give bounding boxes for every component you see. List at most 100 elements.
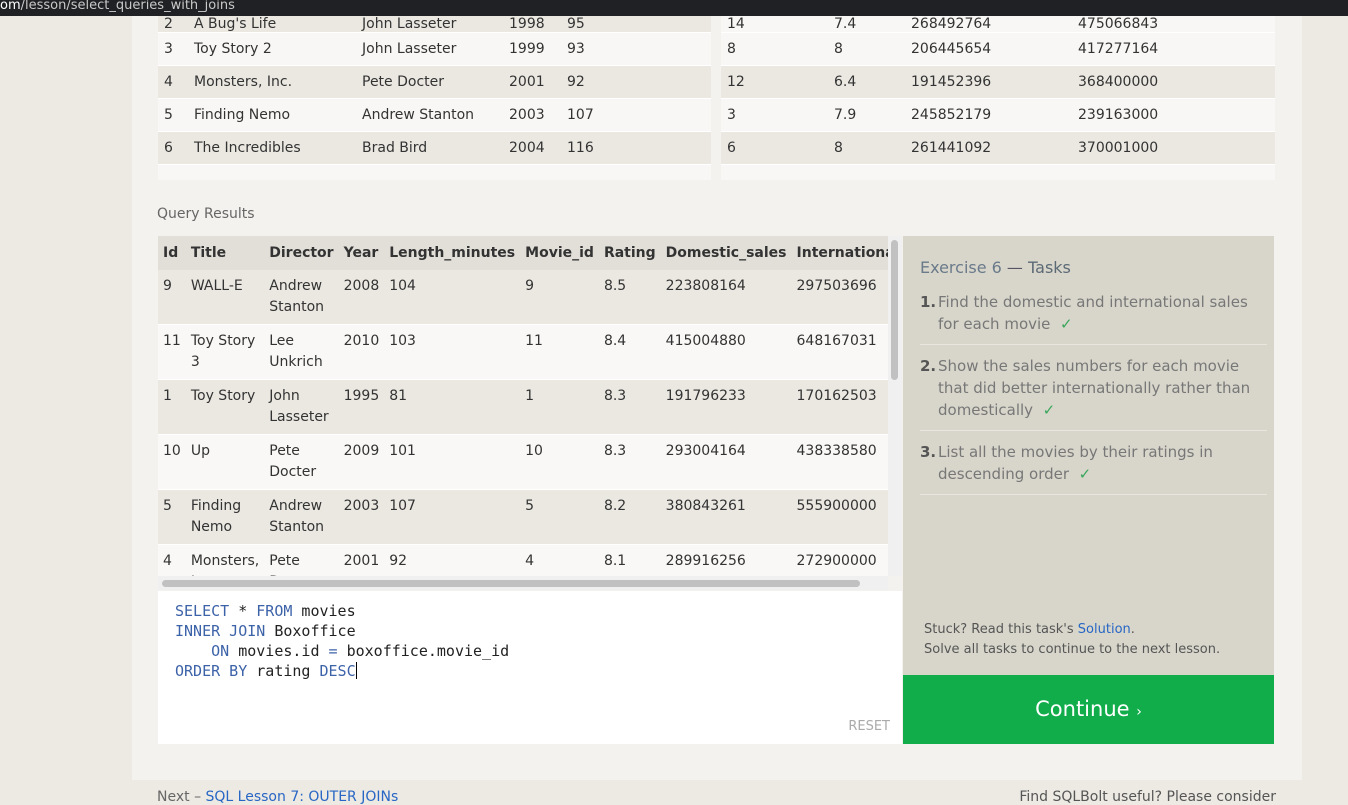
task-text-wrap: List all the movies by their ratings in … [938, 441, 1267, 485]
task-text: Find the domestic and international sale… [938, 293, 1248, 333]
cell: Pete Docter [264, 544, 339, 576]
solution-link[interactable]: Solution [1078, 622, 1131, 637]
cell: 9 [520, 270, 599, 325]
cell: 95 [561, 16, 711, 33]
table-row: 14 7.4 268492764 475066843 [721, 16, 1275, 33]
task-text: List all the movies by their ratings in … [938, 443, 1213, 483]
boxoffice-table[interactable]: 14 7.4 268492764 475066843 8 8 206445654… [721, 16, 1275, 180]
checkmark-icon: ✓ [1059, 315, 1073, 333]
cell: John Lasseter [356, 32, 503, 66]
cell: 2004 [503, 131, 561, 165]
query-results-table[interactable]: Id Title Director Year Length_minutes Mo… [158, 236, 888, 576]
cell: 206445654 [905, 32, 1072, 66]
cell: 116 [561, 131, 711, 165]
table-row: 10 Up Pete Docter 2009 101 10 8.3 293004… [158, 434, 888, 490]
cell: John Lasseter [356, 16, 503, 33]
scrollbar-thumb[interactable] [891, 240, 898, 380]
cell: 245852179 [905, 98, 1072, 132]
continue-button[interactable]: Continue › [903, 675, 1274, 744]
cell: 2009 [338, 434, 385, 490]
cell: 103 [384, 324, 521, 380]
cell: 6 [158, 131, 188, 165]
cell: Monsters, Inc. [188, 65, 356, 99]
cell: 2010 [338, 324, 385, 380]
table-row: 3 7.9 245852179 239163000 [721, 98, 1275, 132]
cell: 8.4 [598, 324, 661, 380]
cell: 2003 [338, 489, 385, 545]
checkmark-icon: ✓ [1078, 465, 1092, 483]
cell: A Bug's Life [188, 16, 356, 33]
cell: Toy Story 2 [188, 32, 356, 66]
cell: The Incredibles [188, 131, 356, 165]
movies-table[interactable]: 2 A Bug's Life John Lasseter 1998 95 3 T… [158, 16, 711, 180]
cell: 93 [561, 32, 711, 66]
cell: Andrew Stanton [264, 489, 339, 545]
cell: 1998 [503, 16, 561, 33]
browser-url-bar[interactable]: om/lesson/select_queries_with_joins [0, 0, 1348, 16]
cell: 14 [721, 16, 828, 33]
cell: 8.1 [598, 544, 661, 576]
cell: Brad Bird [356, 131, 503, 165]
code-text: movies.id [229, 642, 329, 660]
table-row: 4 Monsters, Inc. Pete Docter 2001 92 4 8… [158, 544, 888, 576]
cell: Toy Story 3 [185, 324, 265, 380]
cell: Andrew Stanton [356, 98, 503, 132]
cell: Up [185, 434, 265, 490]
cell: 101 [384, 434, 521, 490]
table-row: 5 Finding Nemo Andrew Stanton 2003 107 [158, 98, 711, 132]
query-results-label: Query Results [157, 206, 255, 222]
stuck-suffix: . [1130, 622, 1135, 637]
cell: 8 [828, 131, 905, 165]
sql-editor[interactable]: SELECT * FROM movies INNER JOIN Boxoffic… [158, 591, 902, 744]
cell: Monsters, Inc. [185, 544, 265, 576]
cell: Finding Nemo [185, 489, 265, 545]
cell: 8.3 [598, 379, 661, 435]
cell: 5 [158, 489, 186, 545]
cell: 11 [158, 324, 186, 380]
table-row: 3 Toy Story 2 John Lasseter 1999 93 [158, 32, 711, 66]
cell: 438338580 [791, 434, 888, 490]
keyword: INNER JOIN [175, 622, 266, 640]
keyword: DESC [319, 662, 356, 680]
task-text-wrap: Find the domestic and international sale… [938, 291, 1267, 335]
cell: 297503696 [791, 270, 888, 325]
stuck-prefix: Stuck? Read this task's [924, 622, 1078, 637]
tasks-panel: Exercise 6 — Tasks 1. Find the domestic … [903, 236, 1274, 675]
column-header: Movie_id [520, 236, 599, 270]
next-lesson-link[interactable]: SQL Lesson 7: OUTER JOINs [206, 789, 399, 805]
results-vertical-scrollbar[interactable] [888, 236, 902, 576]
column-header: Year [338, 236, 385, 270]
cell: 289916256 [660, 544, 792, 576]
cell: 370001000 [1072, 131, 1275, 165]
heading-dash: — [1001, 258, 1029, 277]
keyword: FROM [256, 602, 293, 620]
column-header: Director [264, 236, 339, 270]
table-row: 2 A Bug's Life John Lasseter 1998 95 [158, 16, 711, 33]
keyword: ON [211, 642, 230, 660]
cell: 380843261 [660, 489, 792, 545]
table-row [158, 164, 711, 180]
task-item: 3. List all the movies by their ratings … [920, 441, 1267, 495]
cell: 5 [520, 489, 599, 545]
cell: 191452396 [905, 65, 1072, 99]
cell: 170162503 [791, 379, 888, 435]
task-text: Show the sales numbers for each movie th… [938, 357, 1251, 419]
cell: 9 [158, 270, 186, 325]
column-header: Rating [598, 236, 661, 270]
code-text: * [229, 602, 257, 620]
cell: 8.2 [598, 489, 661, 545]
table-row: 11 Toy Story 3 Lee Unkrich 2010 103 11 8… [158, 324, 888, 380]
table-row: 12 6.4 191452396 368400000 [721, 65, 1275, 99]
sql-code[interactable]: SELECT * FROM movies INNER JOIN Boxoffic… [175, 601, 509, 681]
cell: 107 [561, 98, 711, 132]
scrollbar-thumb[interactable] [162, 580, 860, 587]
results-horizontal-scrollbar[interactable] [158, 576, 888, 590]
cell: 4 [158, 65, 188, 99]
cell: 2001 [503, 65, 561, 99]
column-header: Id [158, 236, 186, 270]
cell: 4 [520, 544, 599, 576]
task-text-wrap: Show the sales numbers for each movie th… [938, 355, 1267, 421]
reset-button[interactable]: RESET [848, 719, 890, 734]
column-header: Domestic_sales [660, 236, 792, 270]
next-lesson: Next – SQL Lesson 7: OUTER JOINs [157, 789, 398, 805]
